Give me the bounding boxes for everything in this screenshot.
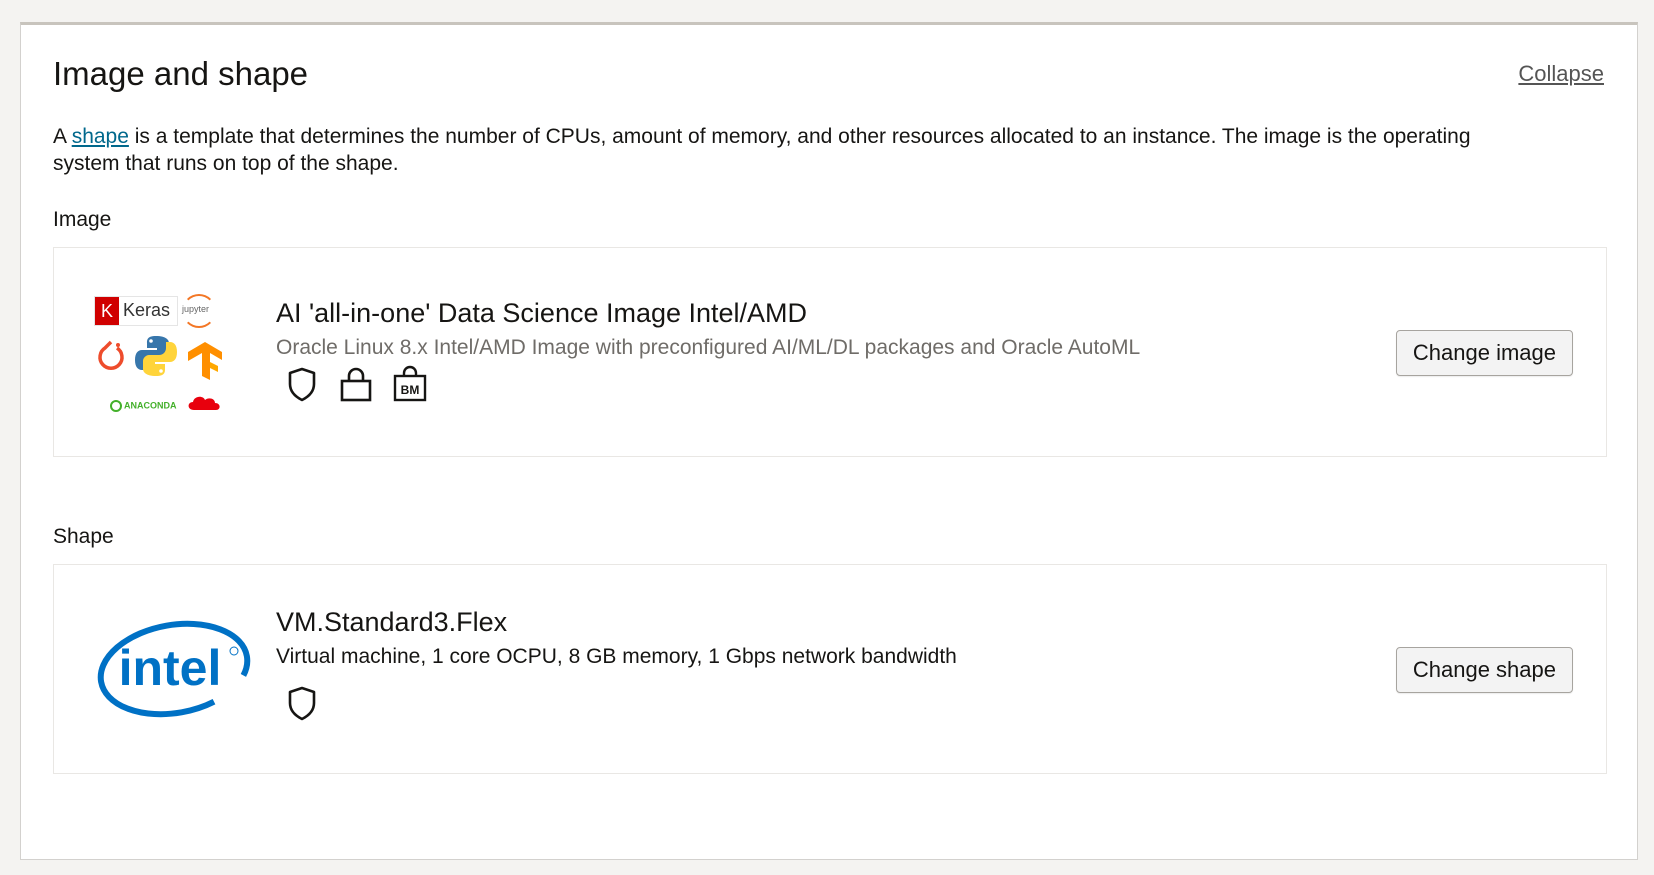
shape-name: VM.Standard3.Flex <box>276 607 508 637</box>
bare-metal-icon: BM <box>393 365 427 402</box>
description-suffix: is a template that determines the number… <box>53 125 1471 175</box>
image-label: Image <box>53 208 112 231</box>
change-image-button[interactable]: Change image <box>1395 330 1573 376</box>
image-card: K Keras jupyter ANACONDA AI 'all-in-one'… <box>53 247 1607 457</box>
image-and-shape-panel: Image and shape Collapse A shape is a te… <box>20 22 1638 860</box>
tensorflow-icon <box>188 342 222 380</box>
pytorch-icon <box>98 340 124 370</box>
anaconda-wordmark: ANACONDA <box>124 400 177 411</box>
image-badges: BM <box>282 364 430 404</box>
anaconda-logo: ANACONDA <box>110 400 177 412</box>
bm-label: BM <box>401 383 420 397</box>
collapse-link[interactable]: Collapse <box>1518 61 1604 87</box>
jupyter-wordmark: jupyter <box>182 304 210 314</box>
change-shape-button[interactable]: Change shape <box>1395 647 1573 693</box>
intel-wordmark: intel <box>119 640 222 696</box>
anaconda-ring-icon <box>110 400 122 412</box>
shape-subtitle: Virtual machine, 1 core OCPU, 8 GB memor… <box>276 645 957 668</box>
lock-icon <box>340 367 372 402</box>
data-science-logos: K Keras jupyter ANACONDA <box>88 288 238 418</box>
keras-wordmark: Keras <box>123 300 171 320</box>
section-title: Image and shape <box>53 55 309 92</box>
section-description: A shape is a template that determines th… <box>53 123 1533 177</box>
keras-k-mark: K <box>95 297 119 325</box>
shape-label: Shape <box>53 525 114 548</box>
description-prefix: A <box>53 125 72 148</box>
shape-card: intel VM.Standard3.Flex Virtual machine,… <box>53 564 1607 774</box>
shield-icon <box>288 367 316 402</box>
oracle-cloud-icon <box>188 396 220 410</box>
python-icon <box>135 336 177 376</box>
jupyter-logo: jupyter <box>182 294 216 328</box>
image-name: AI 'all-in-one' Data Science Image Intel… <box>276 298 808 328</box>
shape-badges <box>282 683 322 723</box>
shield-icon <box>288 686 316 721</box>
shape-doc-link[interactable]: shape <box>72 125 129 148</box>
keras-logo: K Keras <box>94 296 178 326</box>
image-subtitle: Oracle Linux 8.x Intel/AMD Image with pr… <box>276 336 1141 359</box>
intel-logo: intel <box>97 620 251 718</box>
